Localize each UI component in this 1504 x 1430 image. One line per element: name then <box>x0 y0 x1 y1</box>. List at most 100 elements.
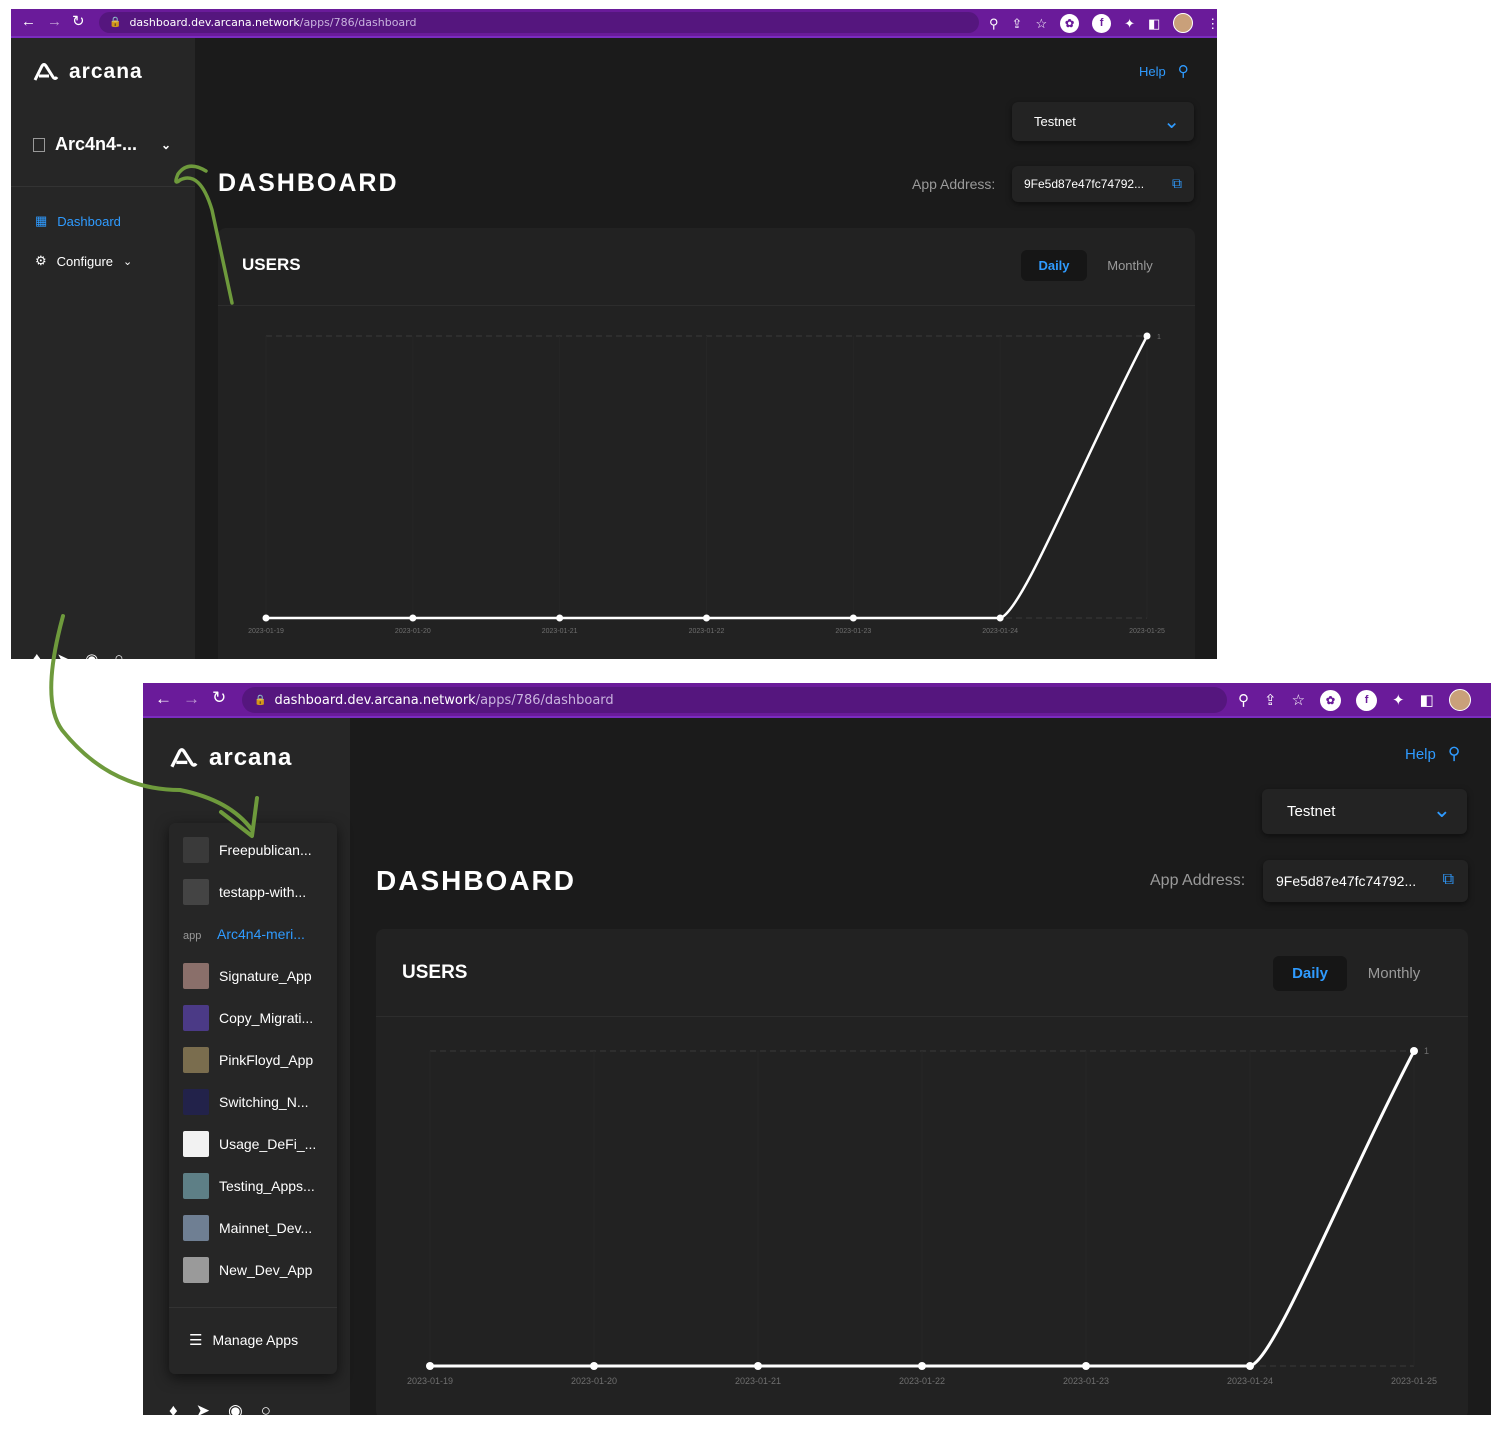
puzzle-icon[interactable]: ✦ <box>1392 693 1405 708</box>
network-dropdown[interactable]: Testnet ⌄ <box>1262 789 1467 834</box>
share-icon[interactable]: ⇪ <box>1012 17 1023 30</box>
browser-toolbar: ← → ↻ 🔒 dashboard.dev.arcana.network/app… <box>143 683 1491 718</box>
app-menu-item[interactable]: Signature_App <box>183 963 312 989</box>
twitter-icon[interactable]: ♦ <box>169 1401 178 1415</box>
grid-icon: ▦ <box>35 213 48 228</box>
app-menu-item-label: Testing_Apps... <box>219 1178 315 1194</box>
sidebar-item-configure[interactable]: ⚙ Configure ⌄ <box>35 253 132 269</box>
zoom-icon[interactable]: ⚲ <box>989 17 999 30</box>
back-arrow-icon[interactable]: ← <box>21 13 36 30</box>
app-menu-item-label: PinkFloyd_App <box>219 1052 314 1068</box>
brand-name: arcana <box>209 744 293 771</box>
share-icon[interactable]: ⇪ <box>1264 693 1277 708</box>
kebab-menu-icon[interactable]: ⋮ <box>1486 693 1491 708</box>
data-point <box>754 1362 762 1370</box>
data-point <box>590 1362 598 1370</box>
discord-icon[interactable]: ◉ <box>228 1401 243 1415</box>
data-point <box>1410 1047 1418 1055</box>
zoom-icon[interactable]: ⚲ <box>1238 693 1249 708</box>
app-menu-item[interactable]: Usage_DeFi_... <box>183 1131 316 1157</box>
app-menu-item[interactable]: app Arc4n4-meri... <box>183 921 305 947</box>
app-thumbnail <box>183 963 209 989</box>
manage-apps-button[interactable]: ☰ Manage Apps <box>189 1331 298 1349</box>
y-tick-label: 1 <box>1424 1046 1429 1056</box>
formula-extension-icon[interactable]: f <box>1092 13 1112 33</box>
app-menu-item[interactable]: testapp-with... <box>183 879 306 905</box>
manage-apps-label: Manage Apps <box>212 1332 299 1348</box>
star-icon[interactable]: ☆ <box>1035 17 1047 30</box>
twitter-icon[interactable]: ♦ <box>33 650 41 659</box>
profile-avatar[interactable] <box>1448 689 1471 711</box>
data-point <box>426 1362 434 1370</box>
app-menu-item[interactable]: New_Dev_App <box>183 1257 312 1283</box>
app-menu-item[interactable]: Testing_Apps... <box>183 1173 315 1199</box>
app-menu-item-label: New_Dev_App <box>219 1262 313 1278</box>
back-arrow-icon[interactable]: ← <box>155 689 172 709</box>
extension-icon[interactable]: ✿ <box>1320 689 1342 711</box>
extension-icon[interactable]: ✿ <box>1060 13 1080 33</box>
user-icon[interactable]: ⚲ <box>1178 62 1189 80</box>
app-menu-item[interactable]: Copy_Migrati... <box>183 1005 313 1031</box>
gear-icon: ⚙ <box>35 253 47 268</box>
x-tick-label: 2023-01-20 <box>395 628 431 635</box>
users-chart: 2023-01-19 2023-01-20 2023-01-21 2023-01-22… <box>248 332 1165 635</box>
app-menu-item-label: Usage_DeFi_... <box>219 1136 317 1152</box>
sidepanel-icon[interactable]: ◧ <box>1420 693 1434 708</box>
forward-arrow-icon[interactable]: → <box>183 689 200 709</box>
app-switcher[interactable]: Arc4n4-... ⌄ <box>33 134 171 155</box>
address-bar[interactable]: 🔒 dashboard.dev.arcana.network/apps/786/… <box>242 687 1227 713</box>
kebab-menu-icon[interactable]: ⋮ <box>1206 17 1217 30</box>
user-icon[interactable]: ⚲ <box>1448 744 1460 764</box>
x-tick-label: 2023-01-24 <box>982 628 1018 635</box>
brand-name: arcana <box>69 60 143 83</box>
discord-icon[interactable]: ◉ <box>85 650 98 659</box>
app-menu-item[interactable]: Switching_N... <box>183 1089 308 1115</box>
lock-icon: 🔒 <box>254 694 267 706</box>
app-thumbnail <box>183 1089 209 1115</box>
forward-arrow-icon[interactable]: → <box>47 13 62 30</box>
data-point <box>556 614 564 622</box>
app-thumbnail <box>183 1047 209 1073</box>
app-menu-item[interactable]: Mainnet_Dev... <box>183 1215 312 1241</box>
puzzle-icon[interactable]: ✦ <box>1124 17 1135 30</box>
chevron-down-icon: ⌄ <box>1163 111 1180 133</box>
app-address-field: 9Fe5d87e47fc74792... ⧉ <box>1012 166 1194 202</box>
network-dropdown[interactable]: Testnet ⌄ <box>1012 102 1194 141</box>
arcana-logo-icon <box>33 63 59 81</box>
url-path: /apps/786/dashboard <box>475 692 614 708</box>
reload-icon[interactable]: ↻ <box>72 12 85 30</box>
app-thumbnail <box>183 1215 209 1241</box>
telegram-icon[interactable]: ➤ <box>196 1401 210 1415</box>
x-tick-label: 2023-01-19 <box>248 628 284 635</box>
formula-extension-icon[interactable]: f <box>1356 689 1378 711</box>
help-label: Help <box>1139 63 1166 79</box>
github-icon[interactable]: ○ <box>261 1401 271 1415</box>
github-icon[interactable]: ○ <box>114 650 123 659</box>
address-bar[interactable]: 🔒 dashboard.dev.arcana.network/apps/786/… <box>99 12 979 33</box>
y-tick-label: 1 <box>1157 334 1161 341</box>
arcana-logo[interactable]: arcana <box>33 60 143 84</box>
help-link[interactable]: Help ⚲ <box>1405 744 1460 764</box>
x-tick-label: 2023-01-22 <box>689 628 725 635</box>
help-link[interactable]: Help ⚲ <box>1139 62 1189 80</box>
reload-icon[interactable]: ↻ <box>212 688 226 708</box>
data-point <box>849 614 857 622</box>
help-label: Help <box>1405 745 1436 763</box>
star-icon[interactable]: ☆ <box>1292 693 1305 708</box>
data-point <box>703 614 710 622</box>
app-menu-item[interactable]: Freepublican... <box>183 837 312 863</box>
sidepanel-icon[interactable]: ◧ <box>1148 17 1160 30</box>
arcana-logo-icon <box>170 748 198 768</box>
app-menu-item[interactable]: PinkFloyd_App <box>183 1047 313 1073</box>
arcana-logo[interactable]: arcana <box>169 744 292 772</box>
profile-avatar[interactable] <box>1173 13 1194 33</box>
sidebar-divider <box>11 186 195 187</box>
broken-image-icon <box>33 137 45 152</box>
sidebar-item-dashboard[interactable]: ▦ Dashboard <box>35 213 121 229</box>
x-tick-label: 2023-01-25 <box>1129 628 1165 635</box>
telegram-icon[interactable]: ➤ <box>57 650 70 659</box>
copy-icon[interactable]: ⧉ <box>1443 871 1454 889</box>
menu-divider <box>169 1307 337 1308</box>
social-links: ♦ ➤ ◉ ○ <box>169 1401 271 1415</box>
copy-icon[interactable]: ⧉ <box>1172 175 1182 192</box>
